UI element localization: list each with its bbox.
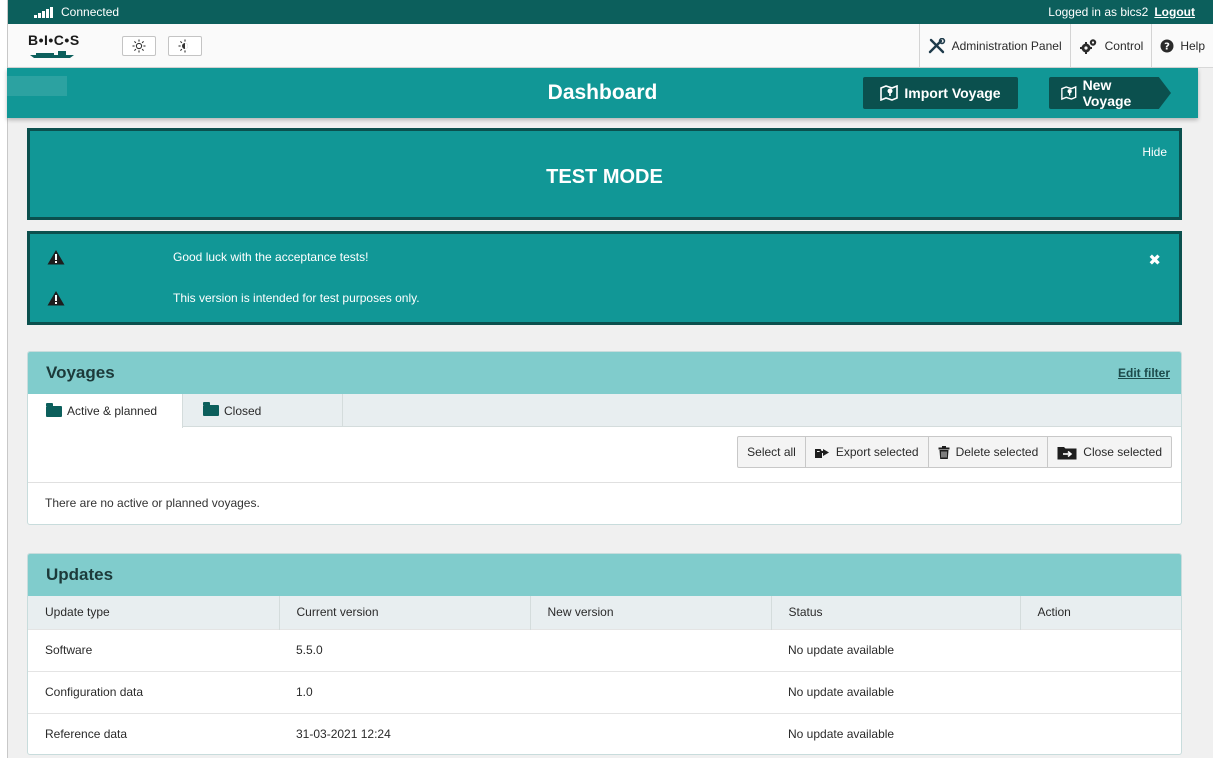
select-all-label: Select all (747, 445, 796, 459)
gears-icon (1079, 38, 1096, 54)
svg-text:?: ? (1164, 41, 1170, 52)
message-item: This version is intended for test purpos… (30, 289, 1179, 307)
toolbar: B•I•C•S Administration Panel Control ? H… (8, 24, 1213, 68)
import-voyage-button[interactable]: Import Voyage (863, 77, 1018, 109)
close-icon[interactable]: ✖ (1148, 251, 1161, 269)
updates-title: Updates (46, 565, 114, 584)
current-version: 5.5.0 (296, 643, 323, 657)
update-type: Reference data (45, 727, 128, 742)
update-action (1020, 629, 1181, 671)
message-item: Good luck with the acceptance tests! (30, 248, 1179, 266)
delete-selected-button[interactable]: Delete selected (927, 436, 1049, 468)
control-button[interactable]: Control (1069, 24, 1152, 67)
hide-banner-link[interactable]: Hide (1142, 145, 1167, 159)
update-action (1020, 671, 1181, 713)
warning-icon (47, 250, 65, 265)
test-mode-title: TEST MODE (546, 166, 663, 188)
help-button[interactable]: ? Help (1151, 24, 1213, 67)
update-action (1020, 713, 1181, 754)
table-header-row: Update type Current version New version … (28, 596, 1181, 629)
update-status: No update available (788, 643, 895, 657)
logout-link[interactable]: Logout (1154, 5, 1195, 19)
export-icon (814, 448, 829, 458)
updates-panel: Updates Update type Current version New … (27, 553, 1182, 755)
voyages-header: Voyages Edit filter (28, 352, 1181, 394)
export-selected-label: Export selected (835, 445, 919, 459)
column-header: Current version (279, 596, 531, 629)
connection-status: Connected (61, 5, 120, 19)
sun-icon (132, 39, 146, 52)
ship-icon (30, 50, 74, 58)
folder-icon (46, 402, 62, 417)
new-voyage-label: New Voyage (1082, 77, 1132, 109)
map-icon (880, 85, 899, 101)
export-selected-button[interactable]: Export selected (804, 436, 929, 468)
current-version: 31-03-2021 12:24 (296, 727, 391, 742)
trash-icon (938, 445, 950, 459)
brightness-down-button[interactable] (168, 35, 202, 56)
logo-text: B•I•C•S (28, 31, 80, 48)
folder-icon (203, 402, 219, 416)
update-type: Software (45, 643, 93, 657)
voyages-panel: Voyages Edit filter Active & planned Clo… (27, 351, 1182, 525)
help-label: Help (1180, 38, 1205, 53)
new-version (530, 671, 771, 713)
update-status: No update available (788, 685, 895, 699)
test-mode-banner: TEST MODE Hide (27, 128, 1182, 220)
tab-label: Closed (224, 403, 262, 418)
message-text: This version is intended for test purpos… (173, 291, 420, 305)
edit-filter-link[interactable]: Edit filter (1118, 366, 1170, 380)
column-header: Action (1037, 605, 1071, 620)
dashboard-header: Dashboard Import Voyage New Voyage (7, 68, 1198, 118)
voyage-actions-row: Select all Export selected Delete select… (28, 427, 1181, 483)
question-circle-icon: ? (1160, 39, 1174, 52)
administration-panel-label: Administration Panel (951, 38, 1062, 53)
new-version (530, 629, 771, 671)
header-placeholder (7, 76, 67, 96)
column-header: New version (530, 596, 772, 629)
brightness-up-button[interactable] (122, 35, 156, 56)
page-title: Dashboard (547, 81, 658, 104)
administration-panel-button[interactable]: Administration Panel (918, 24, 1070, 67)
bics-logo: B•I•C•S (28, 31, 92, 59)
folder-close-icon (1057, 446, 1077, 459)
tab-label: Active & planned (67, 404, 158, 418)
logged-in-user: Logged in as bics2 (1048, 5, 1149, 19)
message-text: Good luck with the acceptance tests! (173, 250, 369, 264)
messages-panel: Good luck with the acceptance tests! Thi… (27, 231, 1182, 325)
import-voyage-label: Import Voyage (904, 85, 1001, 101)
status-bar: Connected Logged in as bics2 Logout (8, 0, 1213, 24)
new-version (530, 713, 771, 754)
tab-active-planned[interactable]: Active & planned (28, 394, 183, 428)
close-selected-label: Close selected (1083, 445, 1162, 459)
select-all-button[interactable]: Select all (737, 436, 806, 468)
tab-closed[interactable]: Closed (183, 394, 343, 427)
updates-table: Update type Current version New version … (28, 596, 1181, 754)
signal-icon (34, 6, 53, 18)
empty-voyages-message: There are no active or planned voyages. (45, 496, 260, 510)
new-voyage-button[interactable]: New Voyage (1049, 77, 1171, 109)
column-header: Status (771, 596, 1021, 629)
warning-icon (47, 291, 65, 306)
table-row: Reference data 31-03-2021 12:24 No updat… (28, 713, 1181, 754)
close-selected-button[interactable]: Close selected (1047, 436, 1172, 468)
table-row: Software 5.5.0 No update available (28, 629, 1181, 671)
voyage-action-group: Select all Export selected Delete select… (737, 436, 1172, 468)
delete-selected-label: Delete selected (955, 445, 1039, 459)
map-icon (1061, 85, 1077, 101)
half-sun-icon (178, 39, 188, 52)
voyage-tabs: Active & planned Closed (28, 394, 1181, 428)
voyages-title: Voyages (46, 363, 115, 382)
update-status: No update available (788, 727, 895, 742)
table-row: Configuration data 1.0 No update availab… (28, 671, 1181, 713)
current-version: 1.0 (296, 685, 313, 699)
updates-header: Updates (28, 554, 1181, 596)
column-header: Update type (28, 596, 280, 629)
update-type: Configuration data (45, 685, 144, 699)
control-label: Control (1104, 38, 1144, 53)
tools-icon (928, 37, 945, 53)
